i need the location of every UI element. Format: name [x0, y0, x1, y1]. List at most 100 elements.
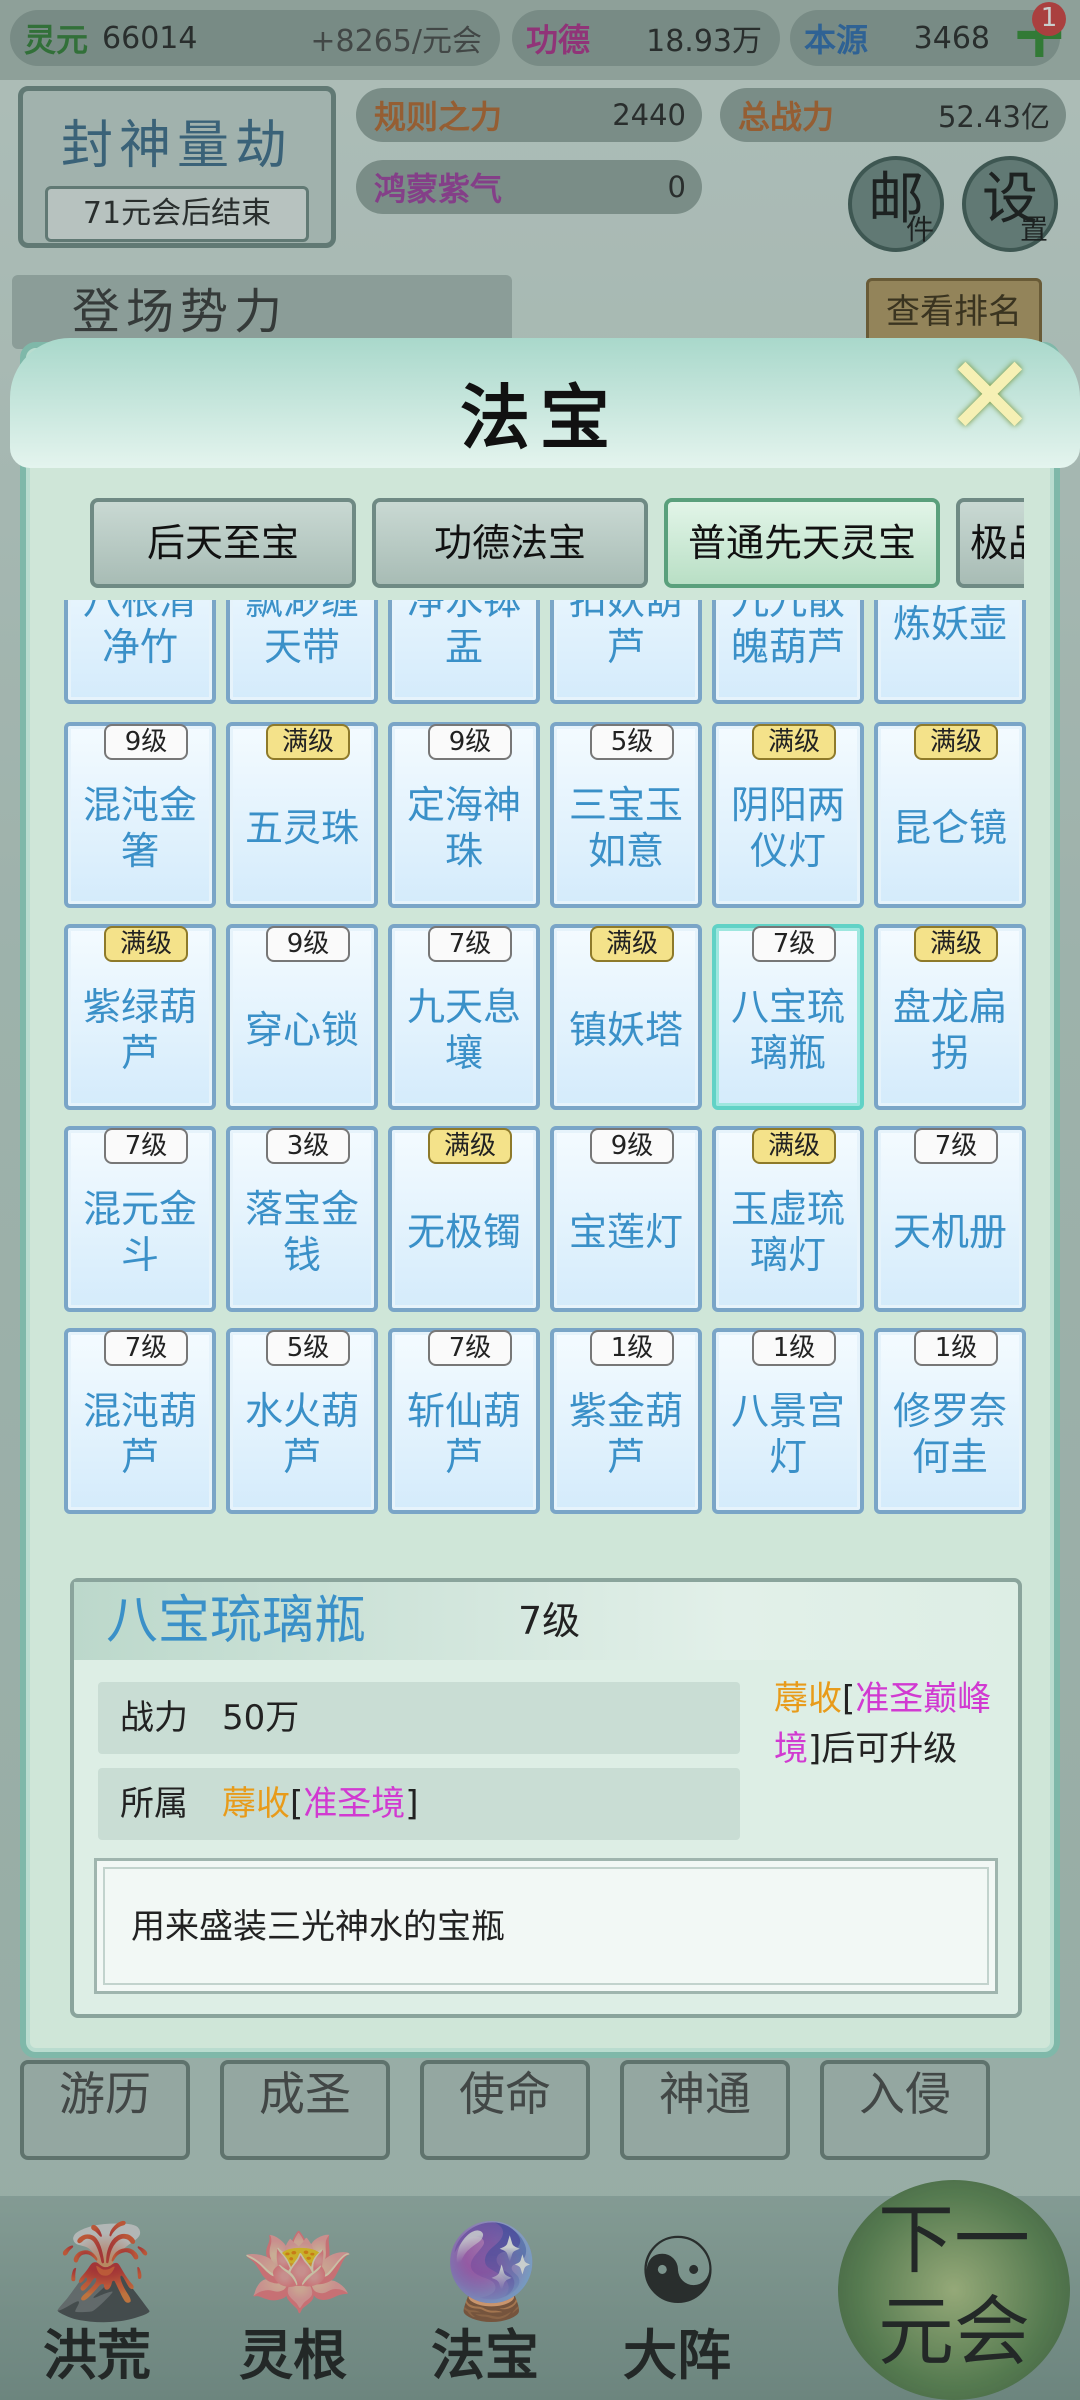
fabao-name: 无极镯 [406, 1210, 521, 1254]
fabao-card[interactable]: 满级镇妖塔 [550, 924, 702, 1110]
fabao-name: 飘渺缠天带 [244, 600, 359, 669]
level-badge: 满级 [590, 926, 674, 962]
level-badge: 7级 [914, 1128, 998, 1164]
fabao-card[interactable]: 满级 盘龙扁拐 [874, 924, 1026, 1110]
level-badge: 5级 [266, 1330, 350, 1366]
fabao-card[interactable]: 7级八宝琉璃瓶 [712, 924, 864, 1110]
fabao-name: 九九散魄葫芦 [730, 600, 845, 669]
fabao-name: 混沌金箸 [82, 783, 197, 873]
detail-owner-row: 所属 蓐收[准圣境] [98, 1768, 740, 1840]
fabao-card[interactable]: 9级 定海神珠 [388, 722, 540, 908]
level-badge: 1级 [914, 1330, 998, 1366]
fabao-card[interactable]: 满级紫绿葫芦 [64, 924, 216, 1110]
level-badge: 7级 [428, 1330, 512, 1366]
fabao-card[interactable]: 飘渺缠天带 [226, 600, 378, 704]
fabao-grid: 八根清净竹 飘渺缠天带 净水钵盂 扣妖葫芦 九九散魄葫芦 炼妖壶 9级 混沌金箸 满级 五灵珠 9级… [64, 600, 1048, 1528]
detail-power-row: 战力 50万 [98, 1682, 740, 1754]
level-badge: 7级 [104, 1128, 188, 1164]
fabao-name: 三宝玉如意 [568, 783, 683, 873]
upgrade-who: 蓐收 [774, 1679, 842, 1719]
upgrade-condition: 蓐收[准圣巅峰境]后可升级 [774, 1679, 992, 1769]
power-value: 50万 [222, 1698, 300, 1738]
fabao-card[interactable]: 7级天机册 [874, 1126, 1026, 1312]
fabao-name: 落宝金钱 [244, 1187, 359, 1277]
level-badge: 7级 [428, 926, 512, 962]
fabao-name: 阴阳两仪灯 [730, 783, 845, 873]
fabao-name: 斩仙葫芦 [406, 1389, 521, 1479]
level-badge: 1级 [590, 1330, 674, 1366]
close-icon[interactable]: ✕ [942, 341, 1038, 451]
level-badge: 7级 [104, 1330, 188, 1366]
fabao-name: 昆仑镜 [892, 806, 1007, 850]
level-badge: 满级 [914, 926, 998, 962]
level-badge: 9级 [590, 1128, 674, 1164]
fabao-card[interactable]: 满级五灵珠 [226, 722, 378, 908]
fabao-card[interactable]: 7级混元金斗 [64, 1126, 216, 1312]
tab-jipin[interactable]: 极品 [956, 498, 1024, 588]
fabao-name: 八景宫灯 [730, 1389, 845, 1479]
level-badge: 7级 [752, 926, 836, 962]
fabao-name: 八根清净竹 [82, 600, 197, 669]
tab-putong-xiantian[interactable]: 普通先天灵宝 [664, 498, 940, 588]
fabao-card[interactable]: 八根清净竹 [64, 600, 216, 704]
fabao-name: 净水钵盂 [406, 600, 521, 669]
level-badge: 9级 [266, 926, 350, 962]
detail-description: 用来盛装三光神水的宝瓶 [94, 1858, 998, 1994]
level-badge: 9级 [428, 724, 512, 760]
level-badge: 满级 [104, 926, 188, 962]
fabao-tabs: 后天至宝 功德法宝 普通先天灵宝 极品 [68, 498, 1024, 590]
fabao-name: 宝莲灯 [568, 1210, 683, 1254]
fabao-card[interactable]: 九九散魄葫芦 [712, 600, 864, 704]
fabao-card[interactable]: 9级混沌金箸 [64, 722, 216, 908]
fabao-card[interactable]: 7级斩仙葫芦 [388, 1328, 540, 1514]
fabao-modal: 法宝 ✕ 后天至宝 功德法宝 普通先天灵宝 极品 八根清净竹飘渺缠天带净水钵盂扣… [10, 338, 1080, 2058]
fabao-name: 混元金斗 [82, 1187, 197, 1277]
level-badge: 5级 [590, 724, 674, 760]
fabao-name: 修罗奈何圭 [892, 1389, 1007, 1479]
fabao-name: 穿心锁 [244, 1008, 359, 1052]
modal-title: 法宝 [460, 376, 620, 459]
level-badge: 3级 [266, 1128, 350, 1164]
upgrade-suffix: ]后可升级 [808, 1729, 958, 1769]
fabao-card[interactable]: 满级 阴阳两仪灯 [712, 722, 864, 908]
fabao-card[interactable]: 9级穿心锁 [226, 924, 378, 1110]
fabao-card[interactable]: 3级落宝金钱 [226, 1126, 378, 1312]
fabao-card[interactable]: 1级修罗奈何圭 [874, 1328, 1026, 1514]
tab-houtian[interactable]: 后天至宝 [90, 498, 356, 588]
fabao-card[interactable]: 7级九天息壤 [388, 924, 540, 1110]
fabao-name: 炼妖壶 [892, 602, 1007, 646]
fabao-card[interactable]: 1级紫金葫芦 [550, 1328, 702, 1514]
level-badge: 满级 [266, 724, 350, 760]
fabao-card[interactable]: 7级混沌葫芦 [64, 1328, 216, 1514]
owner-name: 蓐收 [222, 1784, 290, 1824]
fabao-name: 镇妖塔 [568, 1008, 683, 1052]
tab-gongde[interactable]: 功德法宝 [372, 498, 648, 588]
fabao-card[interactable]: 5级 水火葫芦 [226, 1328, 378, 1514]
detail-level: 7级 [518, 1599, 581, 1643]
fabao-name: 八宝琉璃瓶 [730, 985, 845, 1075]
fabao-card[interactable]: 5级三宝玉如意 [550, 722, 702, 908]
fabao-name: 紫金葫芦 [568, 1389, 683, 1479]
fabao-card[interactable]: 满级昆仑镜 [874, 722, 1026, 908]
fabao-name: 混沌葫芦 [82, 1389, 197, 1479]
fabao-card[interactable]: 炼妖壶 [874, 600, 1026, 704]
fabao-name: 天机册 [892, 1210, 1007, 1254]
power-label: 战力 [120, 1698, 188, 1738]
level-badge: 满级 [752, 1128, 836, 1164]
fabao-card[interactable]: 净水钵盂 [388, 600, 540, 704]
fabao-card[interactable]: 1级八景宫灯 [712, 1328, 864, 1514]
fabao-card[interactable]: 满级玉虚琉璃灯 [712, 1126, 864, 1312]
owner-label: 所属 [120, 1784, 188, 1824]
fabao-name: 紫绿葫芦 [82, 985, 197, 1075]
fabao-detail-panel: 八宝琉璃瓶 7级 战力 50万 所属 蓐收[准圣境] 蓐收[准圣巅峰境]后可升级 用… [70, 1578, 1022, 2018]
fabao-name: 五灵珠 [244, 806, 359, 850]
fabao-name: 玉虚琉璃灯 [730, 1187, 845, 1277]
level-badge: 满级 [914, 724, 998, 760]
level-badge: 9级 [104, 724, 188, 760]
fabao-card[interactable]: 满级无极镯 [388, 1126, 540, 1312]
level-badge: 满级 [428, 1128, 512, 1164]
fabao-name: 九天息壤 [406, 985, 521, 1075]
fabao-card[interactable]: 扣妖葫芦 [550, 600, 702, 704]
fabao-card[interactable]: 9级宝莲灯 [550, 1126, 702, 1312]
level-badge: 1级 [752, 1330, 836, 1366]
